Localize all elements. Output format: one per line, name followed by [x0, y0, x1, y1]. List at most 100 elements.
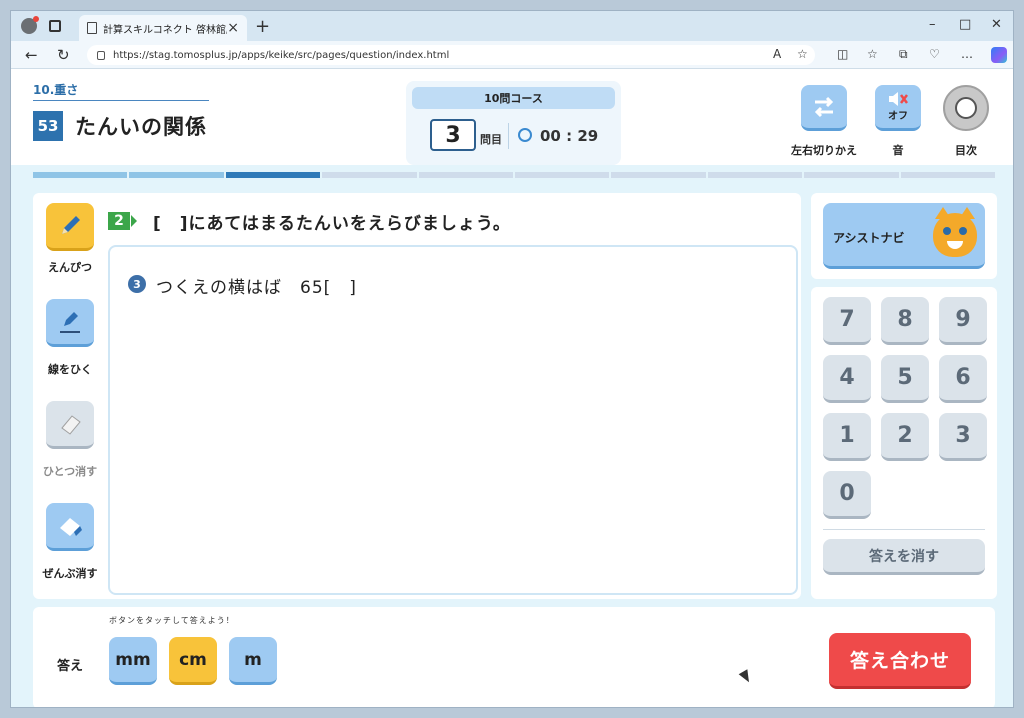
- speaker-muted-icon: [889, 92, 908, 106]
- question-suffix: 問目: [480, 133, 502, 146]
- lr-switch-label: 左右切りかえ: [791, 144, 857, 157]
- progress-bar: [33, 172, 996, 178]
- line-tool-button[interactable]: [46, 299, 94, 347]
- lr-switch-button[interactable]: [801, 85, 847, 131]
- progress-segment: [804, 172, 899, 178]
- question-number-badge: 2: [108, 212, 130, 230]
- toc-button[interactable]: [943, 85, 989, 131]
- key-6[interactable]: 6: [939, 355, 987, 403]
- unit-mm-button[interactable]: mm: [109, 637, 157, 685]
- cat-mascot-icon: [933, 207, 977, 257]
- key-4[interactable]: 4: [823, 355, 871, 403]
- minimize-button[interactable]: –: [929, 17, 936, 32]
- key-7[interactable]: 7: [823, 297, 871, 345]
- eraser-icon: [61, 414, 81, 435]
- assist-panel: アシストナビ: [811, 193, 997, 279]
- timer: 00 : 29: [540, 127, 599, 145]
- divider: [508, 123, 509, 149]
- swap-arrows-icon: [814, 96, 834, 117]
- erase-all-button[interactable]: [46, 503, 94, 551]
- question-number: 3: [430, 119, 476, 151]
- clock-icon: [518, 128, 532, 142]
- read-aloud-icon[interactable]: A: [773, 47, 781, 61]
- progress-segment: [515, 172, 610, 178]
- new-tab-button[interactable]: +: [255, 16, 270, 37]
- url-text: https://stag.tomosplus.jp/apps/keike/src…: [113, 49, 450, 61]
- key-2[interactable]: 2: [881, 413, 929, 461]
- unit-m-button[interactable]: m: [229, 637, 277, 685]
- progress-segment: [33, 172, 128, 178]
- toc-label: 目次: [955, 144, 977, 157]
- progress-segment: [322, 172, 417, 178]
- divider: [823, 529, 985, 530]
- maximize-button[interactable]: □: [959, 17, 971, 32]
- sound-label: 音: [892, 144, 904, 157]
- assist-label: アシストナビ: [833, 231, 905, 245]
- pencil-tool-button[interactable]: [46, 203, 94, 251]
- mouse-cursor-icon: [738, 669, 754, 685]
- unit-label: 10.重さ: [33, 81, 209, 101]
- progress-segment: [707, 172, 803, 178]
- key-0[interactable]: 0: [823, 471, 871, 519]
- book-icon: [955, 97, 977, 119]
- arrow-icon: [131, 215, 137, 227]
- work-panel: えんぴつ 線をひく ひとつ消す ぜんぶ消す 2 []にあてはまるたんいをえらび…: [33, 193, 801, 599]
- more-icon[interactable]: …: [961, 47, 973, 61]
- erase-one-label: ひとつ消す: [42, 465, 98, 478]
- progress-segment: [129, 172, 224, 178]
- progress-segment: [225, 172, 321, 178]
- course-title: 10問コース: [412, 87, 615, 109]
- lesson-number-badge: 53: [33, 111, 63, 141]
- split-screen-icon[interactable]: ◫: [837, 47, 848, 61]
- unit-cm-button[interactable]: cm: [169, 637, 217, 685]
- key-1[interactable]: 1: [823, 413, 871, 461]
- collections-icon[interactable]: ⧉: [899, 47, 908, 62]
- erase-all-icon: [60, 517, 82, 536]
- key-3[interactable]: 3: [939, 413, 987, 461]
- erase-all-label: ぜんぶ消す: [42, 567, 98, 580]
- favorites-bar-icon[interactable]: ☆: [867, 47, 878, 61]
- sound-state: オフ: [888, 111, 908, 122]
- browser-window: 計算スキルコネクト 啓林館版 × + – □ ✕ ← ↻ https://sta…: [10, 10, 1014, 708]
- line-label: 線をひく: [48, 363, 92, 376]
- erase-one-button[interactable]: [46, 401, 94, 449]
- sound-button[interactable]: オフ: [875, 85, 921, 131]
- draw-line-icon: [60, 311, 80, 333]
- tab-close-icon[interactable]: ×: [227, 20, 239, 36]
- assist-navi-button[interactable]: アシストナビ: [823, 203, 985, 269]
- tab-title: 計算スキルコネクト 啓林館版: [103, 24, 228, 36]
- key-5[interactable]: 5: [881, 355, 929, 403]
- pencil-label: えんぴつ: [48, 261, 92, 274]
- tab-actions-icon[interactable]: [49, 20, 61, 32]
- question-area[interactable]: 3 つくえの横はば 65[ ]: [108, 245, 798, 595]
- progress-segment: [611, 172, 706, 178]
- pencil-icon: [62, 215, 80, 234]
- favorite-icon[interactable]: ☆: [797, 47, 808, 61]
- answer-bar: ボタンをタッチして答えよう！ 答え mm cm m 答え合わせ: [33, 607, 995, 707]
- number-keypad: 7 8 9 4 5 6 1 2 3 0 答えを消す: [811, 287, 997, 599]
- address-bar: ← ↻ https://stag.tomosplus.jp/apps/keike…: [11, 41, 1013, 69]
- course-info: 10問コース 3 問目 00 : 29: [406, 81, 621, 165]
- header: 10.重さ 53 たんいの関係 10問コース 3 問目 00 : 29 左右切り…: [11, 69, 1013, 178]
- lock-icon: [97, 50, 105, 60]
- url-field[interactable]: https://stag.tomosplus.jp/apps/keike/src…: [87, 45, 815, 65]
- sub-question-number: 3: [128, 275, 146, 293]
- progress-segment: [900, 172, 996, 178]
- profile-icon[interactable]: [21, 16, 39, 34]
- lesson-title: たんいの関係: [75, 115, 207, 139]
- key-8[interactable]: 8: [881, 297, 929, 345]
- extensions-icon[interactable]: ♡: [929, 47, 940, 61]
- browser-titlebar: 計算スキルコネクト 啓林館版 × + – □ ✕: [11, 11, 1013, 41]
- sub-question-text: つくえの横はば 65[ ]: [156, 278, 357, 298]
- check-answer-button[interactable]: 答え合わせ: [829, 633, 971, 689]
- page-icon: [87, 22, 97, 34]
- browser-tab[interactable]: 計算スキルコネクト 啓林館版 ×: [79, 15, 247, 41]
- clear-answer-button[interactable]: 答えを消す: [823, 539, 985, 575]
- question-instruction: [ ]にあてはまるたんいをえらびましょう。: [153, 214, 511, 234]
- close-window-button[interactable]: ✕: [991, 17, 1002, 32]
- back-icon[interactable]: ←: [25, 46, 38, 64]
- answer-hint: ボタンをタッチして答えよう！: [109, 616, 235, 625]
- copilot-icon[interactable]: [991, 47, 1007, 63]
- key-9[interactable]: 9: [939, 297, 987, 345]
- refresh-icon[interactable]: ↻: [57, 46, 70, 64]
